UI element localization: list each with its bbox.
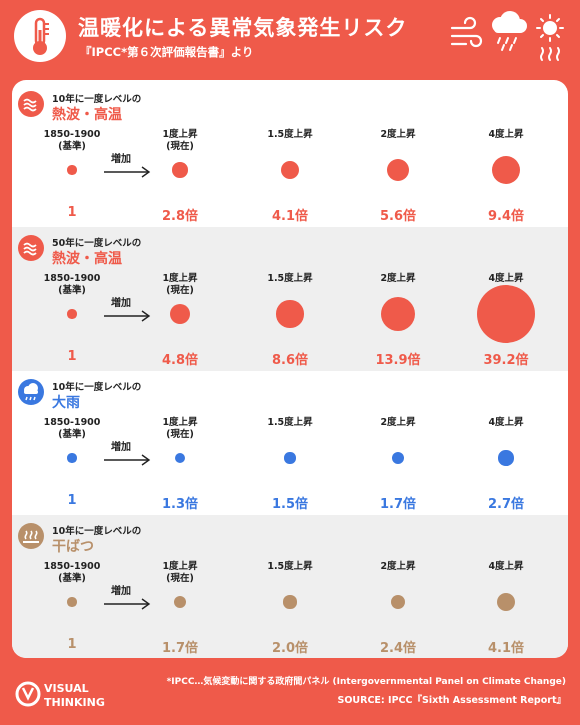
value-label: 39.2倍 — [483, 353, 529, 368]
page-subtitle: 『IPCC*第６次評価報告書』より — [80, 45, 254, 59]
bubble-mark — [284, 452, 296, 464]
bubble-mark — [391, 451, 405, 465]
column-label: 2度上昇 — [380, 561, 416, 572]
column-label: 1.5度上昇 — [267, 561, 313, 572]
value-label: 1.7倍 — [161, 641, 199, 656]
value-label: 1 — [67, 349, 77, 364]
section-title: 熱波・高温 — [52, 251, 122, 267]
column-label: 1850-1900 (基準) — [43, 561, 101, 584]
column-label: 4度上昇 — [488, 417, 524, 428]
value-label: 2.0倍 — [271, 641, 309, 656]
section-title: 熱波・高温 — [52, 107, 122, 123]
bubble-mark — [283, 595, 297, 609]
bubble-mark — [496, 592, 516, 612]
bubble-mark — [67, 597, 77, 607]
column-label: 1度上昇 (現在) — [162, 561, 198, 584]
value-label: 1 — [67, 637, 77, 652]
value-label: 2.8倍 — [161, 209, 199, 224]
bubble-mark — [173, 595, 187, 609]
bubble-mark — [387, 159, 409, 181]
column-label: 1.5度上昇 — [267, 129, 313, 140]
bubble-mark — [67, 309, 77, 319]
column-label: 1850-1900 (基準) — [43, 417, 101, 440]
bubble-mark — [491, 155, 521, 185]
column-label: 4度上昇 — [488, 129, 524, 140]
heat-icon — [18, 235, 44, 261]
value-label: 2.4倍 — [379, 641, 417, 656]
increase-arrow-icon — [104, 451, 152, 470]
source-text: SOURCE: IPCC『Sixth Assessment Report』 — [337, 695, 566, 706]
value-label: 8.6倍 — [271, 353, 309, 368]
bubble-mark — [172, 162, 188, 178]
header: 温暖化による異常気象発生リスク 『IPCC*第６次評価報告書』より — [0, 0, 580, 78]
column-label: 1850-1900 (基準) — [43, 129, 101, 152]
value-label: 13.9倍 — [375, 353, 421, 368]
bubble-mark — [169, 303, 191, 325]
value-label: 1 — [67, 493, 77, 508]
logo-line1: VISUAL — [44, 682, 89, 695]
page-title: 温暖化による異常気象発生リスク — [78, 16, 408, 40]
value-label: 4.1倍 — [271, 209, 309, 224]
weather-icons — [448, 10, 570, 72]
value-label: 1.7倍 — [379, 497, 417, 512]
sun-heat-icon — [536, 14, 564, 61]
section-subtitle: 10年に一度レベルの — [52, 94, 142, 105]
value-label: 1.5倍 — [271, 497, 309, 512]
column-label: 1850-1900 (基準) — [43, 273, 101, 296]
section-title: 大雨 — [52, 395, 80, 411]
chart-section: 50年に一度レベルの熱波・高温 1850-1900 (基準) 1度上昇 (現在) 1.5度… — [12, 227, 568, 371]
column-label: 1.5度上昇 — [267, 417, 313, 428]
thermometer-icon — [14, 10, 66, 62]
chart-panel: 10年に一度レベルの 熱波・高温 1850-1900 (基準) 1度上昇 (現在) 1.5度… — [12, 80, 568, 658]
increase-arrow-icon — [104, 595, 152, 614]
column-label: 1度上昇 (現在) — [162, 129, 198, 152]
value-label: 4.8倍 — [161, 353, 199, 368]
value-label: 9.4倍 — [487, 209, 525, 224]
drought-icon — [18, 523, 44, 549]
column-label: 2度上昇 — [380, 273, 416, 284]
bubble-mark — [276, 300, 304, 328]
section-subtitle: 10年に一度レベルの — [52, 382, 142, 393]
column-label: 4度上昇 — [488, 561, 524, 572]
visual-thinking-logo: VISUAL THINKING — [14, 674, 124, 718]
value-label: 4.1倍 — [487, 641, 525, 656]
logo-line2: THINKING — [44, 696, 105, 709]
increase-arrow-icon — [104, 163, 152, 182]
section-subtitle: 10年に一度レベルの — [52, 526, 142, 537]
bubble-mark — [67, 453, 77, 463]
rain-icon — [18, 379, 44, 405]
column-label: 1度上昇 (現在) — [162, 273, 198, 296]
column-label: 4度上昇 — [488, 273, 524, 284]
chart-section: 10年に一度レベルの熱波・高温 1850-1900 (基準) 1度上昇 (現在) 1.5度… — [12, 83, 568, 227]
column-label: 2度上昇 — [380, 417, 416, 428]
wind-icon — [450, 16, 483, 48]
column-label: 1度上昇 (現在) — [162, 417, 198, 440]
bubble-mark — [67, 165, 77, 175]
increase-arrow-icon — [104, 307, 152, 326]
column-label: 2度上昇 — [380, 129, 416, 140]
section-subtitle: 50年に一度レベルの — [52, 238, 142, 249]
bubble-mark — [380, 296, 416, 332]
section-title: 干ばつ — [52, 539, 94, 555]
bubble-mark — [498, 450, 514, 466]
column-label: 1.5度上昇 — [267, 273, 313, 284]
value-label: 1.3倍 — [161, 497, 199, 512]
bubble-mark — [280, 160, 300, 180]
heat-icon — [18, 91, 44, 117]
bubble-mark — [477, 285, 535, 343]
value-label: 5.6倍 — [379, 209, 417, 224]
rain-cloud-icon — [492, 11, 527, 51]
bubble-mark — [174, 452, 186, 464]
chart-section: 10年に一度レベルの干ばつ 1850-1900 (基準) 1度上昇 (現在) 1.5度上昇… — [12, 515, 568, 658]
value-label: 1 — [67, 205, 77, 220]
bubble-mark — [390, 594, 406, 610]
value-label: 2.7倍 — [487, 497, 525, 512]
footnote: *IPCC…気候変動に関する政府間パネル (Intergovernmental … — [166, 677, 566, 687]
footer: VISUAL THINKING *IPCC…気候変動に関する政府間パネル (In… — [0, 660, 580, 725]
chart-section: 10年に一度レベルの大雨 1850-1900 (基準) 1度上昇 (現在) 1.5度上昇 2… — [12, 371, 568, 515]
